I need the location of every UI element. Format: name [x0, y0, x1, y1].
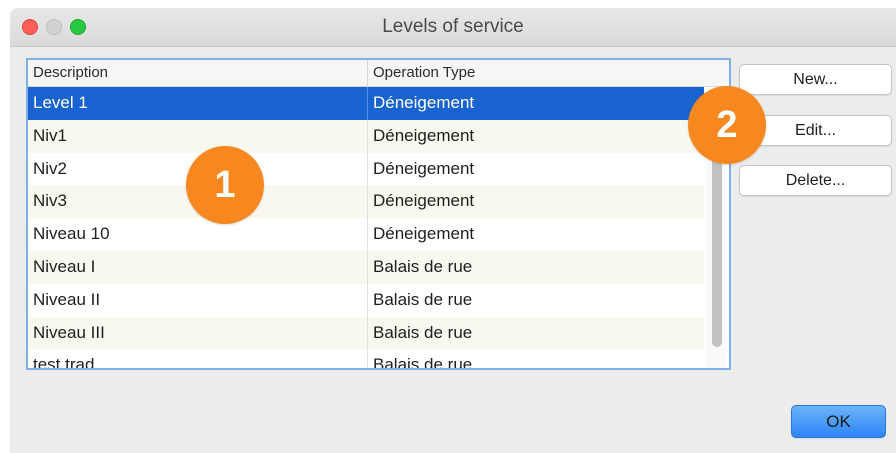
operation-type-cell: Balais de rue: [373, 256, 473, 276]
operation-type-cell: Balais de rue: [373, 322, 473, 342]
operation-type-cell: Balais de rue: [373, 355, 473, 370]
operation-type-cell: Déneigement: [373, 125, 475, 145]
table-row[interactable]: Niv2 Déneigement: [28, 152, 704, 186]
table-row[interactable]: test trad Balais de rue: [28, 349, 704, 370]
operation-type-cell: Déneigement: [373, 93, 475, 112]
description-cell: Niveau 10: [28, 218, 368, 251]
table-row[interactable]: Niv1 Déneigement: [28, 119, 704, 153]
description-cell: Niveau II: [28, 283, 368, 317]
description-cell: Niveau I: [28, 250, 368, 284]
description-cell: Level 1: [28, 87, 368, 120]
description-cell: Niveau III: [28, 316, 368, 350]
table-row[interactable]: Niveau 10 Déneigement: [28, 218, 704, 251]
column-header-operation-type[interactable]: Operation Type: [368, 60, 704, 86]
table-body: Level 1 Déneigement Niv1 Déneigement Niv…: [28, 87, 704, 370]
title-bar: Levels of service: [10, 8, 896, 47]
table-row[interactable]: Niveau I Balais de rue: [28, 250, 704, 284]
table-row[interactable]: Niv3 Déneigement: [28, 185, 704, 219]
callout-marker-1: 1: [186, 146, 264, 224]
new-button[interactable]: New...: [739, 64, 892, 95]
table-row[interactable]: Niveau II Balais de rue: [28, 283, 704, 317]
table-row[interactable]: Level 1 Déneigement: [28, 87, 704, 120]
window-title: Levels of service: [382, 16, 524, 37]
delete-button[interactable]: Delete...: [739, 165, 892, 196]
ok-button[interactable]: OK: [791, 405, 886, 438]
table-row[interactable]: Niveau III Balais de rue: [28, 316, 704, 350]
table-header: Description Operation Type: [28, 60, 729, 87]
operation-type-cell: Déneigement: [373, 191, 475, 211]
levels-of-service-window: Levels of service Description Operation …: [10, 8, 896, 453]
description-cell: test trad: [28, 349, 368, 368]
operation-type-cell: Déneigement: [373, 224, 475, 244]
description-cell: Niv1: [28, 119, 368, 153]
column-header-description[interactable]: Description: [28, 60, 368, 86]
operation-type-cell: Déneigement: [373, 158, 475, 178]
levels-table: Description Operation Type Level 1 Dénei…: [26, 58, 731, 370]
operation-type-cell: Balais de rue: [373, 289, 473, 309]
callout-marker-2: 2: [688, 86, 766, 164]
